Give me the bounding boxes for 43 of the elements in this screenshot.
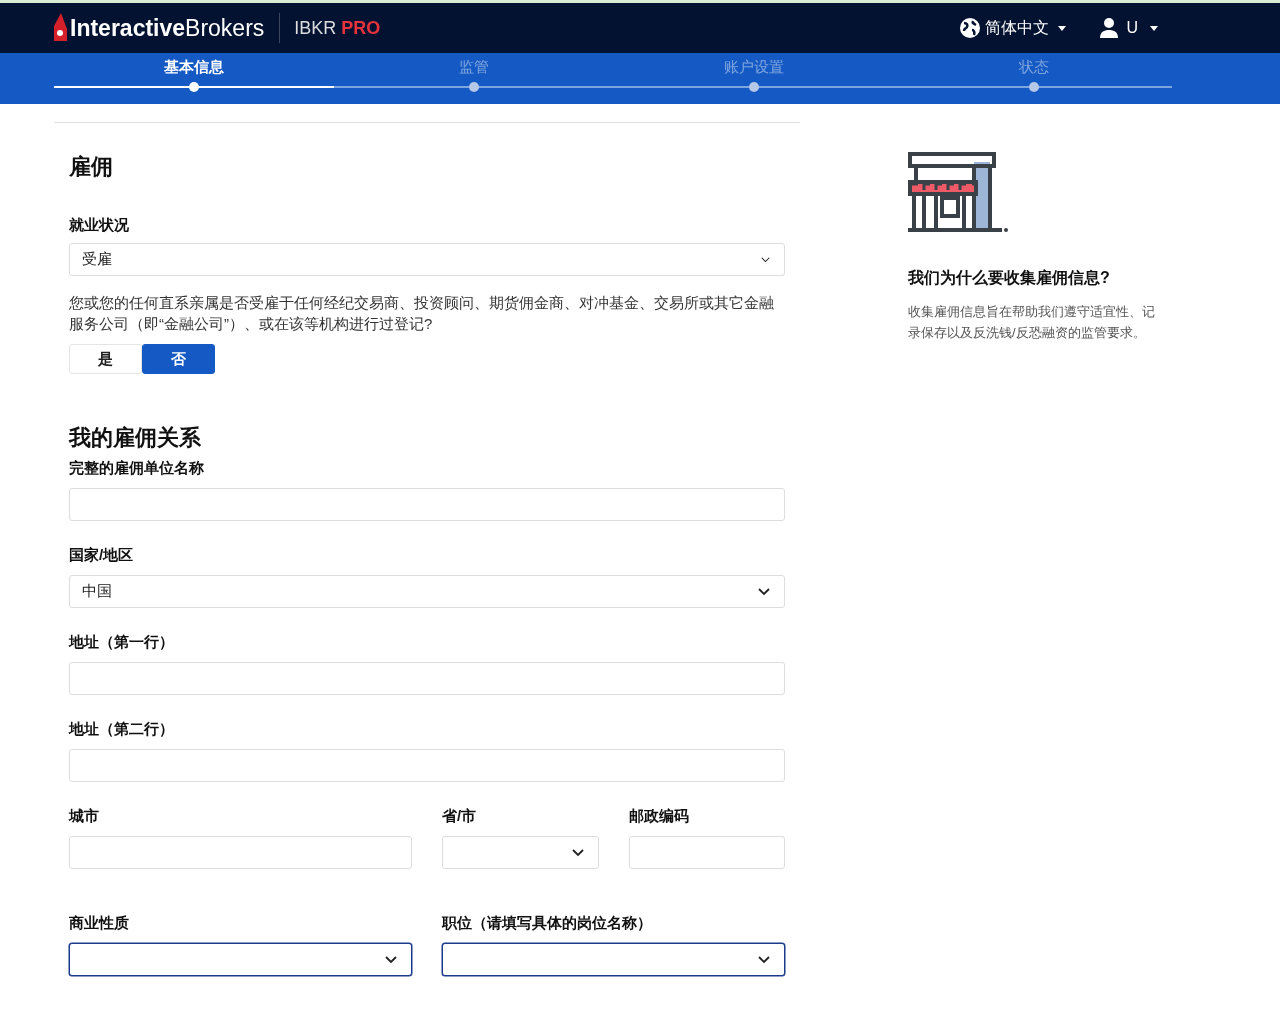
field-label: 完整的雇佣单位名称 bbox=[69, 458, 205, 478]
field-label: 省/市 bbox=[442, 806, 478, 826]
text-input-field[interactable] bbox=[69, 749, 785, 782]
text-input-field[interactable] bbox=[69, 836, 413, 869]
field-label: 城市 bbox=[69, 806, 100, 826]
section-heading: 我的雇佣关系 bbox=[69, 424, 202, 452]
logo-flame-icon bbox=[52, 13, 68, 43]
info-heading: 我们为什么要收集雇佣信息? bbox=[908, 268, 1111, 288]
chevron-down-icon bbox=[758, 587, 770, 596]
field-label: 国家/地区 bbox=[69, 545, 135, 565]
field-label: 地址（第二行） bbox=[69, 719, 175, 739]
product-name: IBKR PRO bbox=[294, 17, 381, 39]
text-input-field[interactable] bbox=[69, 662, 785, 695]
language-menu[interactable]: 简体中文 bbox=[960, 17, 1067, 39]
step-dot bbox=[469, 82, 479, 92]
info-text: 收集雇佣信息旨在帮助我们遵守适宜性、记录保存以及反洗钱/反恐融资的监管要求。 bbox=[908, 303, 1156, 342]
brand-logo-text: InteractiveBrokers bbox=[70, 14, 265, 42]
step-tab[interactable]: 基本信息 bbox=[54, 53, 334, 104]
question-text: 您或您的任何直系亲属是否受雇于任何经纪交易商、投资顾问、期货佣金商、对冲基金、交易所或其它金融服务公司（即“金融公司”）、或在该等机构进行过登记? bbox=[69, 293, 775, 334]
field-label: 职位（请填写具体的岗位名称） bbox=[442, 913, 653, 933]
field-label: 地址（第一行） bbox=[69, 632, 175, 652]
field-label: 邮政编码 bbox=[628, 806, 690, 826]
chevron-down-icon bbox=[385, 955, 397, 964]
step-dot bbox=[749, 82, 759, 92]
dropdown-field[interactable] bbox=[442, 943, 785, 976]
employment-status-select[interactable]: 受雇 bbox=[69, 243, 785, 276]
step-dot bbox=[1029, 82, 1039, 92]
section-heading: 雇佣 bbox=[69, 153, 114, 181]
chevron-down-icon bbox=[571, 848, 584, 857]
globe-icon bbox=[960, 18, 981, 38]
step-dot bbox=[189, 82, 199, 92]
dropdown-field[interactable]: 中国 bbox=[69, 575, 785, 608]
user-icon bbox=[1100, 18, 1119, 38]
field-label: 商业性质 bbox=[69, 913, 130, 933]
chevron-down-icon bbox=[758, 955, 770, 964]
text-input-field[interactable] bbox=[628, 836, 785, 869]
dropdown-field[interactable] bbox=[69, 943, 412, 976]
answer-toggle[interactable]: 是 bbox=[69, 344, 142, 374]
user-menu[interactable]: U bbox=[1100, 18, 1158, 38]
field-label: 就业状况 bbox=[69, 215, 130, 235]
answer-toggle[interactable]: 否 bbox=[142, 344, 215, 374]
chevron-down-icon bbox=[761, 256, 770, 263]
text-input-field[interactable] bbox=[69, 488, 785, 521]
